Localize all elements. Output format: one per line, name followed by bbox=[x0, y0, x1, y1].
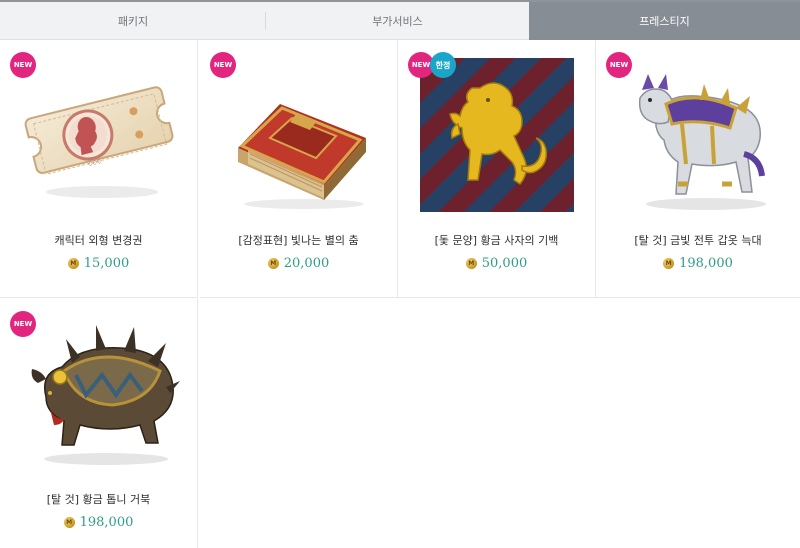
category-tabs: 패키지 부가서비스 프레스티지 bbox=[0, 0, 800, 40]
product-price: M 20,000 bbox=[200, 256, 397, 271]
product-title: 캐릭터 외형 변경권 bbox=[54, 234, 143, 247]
new-badge: NEW bbox=[10, 311, 36, 337]
product-title: [돛 문양] 황금 사자의 기백 bbox=[434, 234, 559, 247]
product-title: [탈 것] 황금 톱니 거북 bbox=[46, 493, 151, 506]
product-title: [감정표현] 빛나는 별의 춤 bbox=[238, 234, 359, 247]
product-card-golden-lion-sail[interactable]: NEW 한정 [돛 문양] 황금 사자의 기백 M 50,000 bbox=[398, 40, 596, 298]
coin-icon: M bbox=[465, 258, 477, 269]
coin-icon: M bbox=[663, 258, 675, 269]
coin-icon: M bbox=[63, 517, 75, 528]
badge-group: NEW bbox=[606, 52, 632, 78]
new-badge: NEW bbox=[606, 52, 632, 78]
golden-lion-sail-icon bbox=[420, 58, 574, 212]
limited-badge: 한정 bbox=[430, 52, 456, 78]
product-card-emote-book[interactable]: NEW [감정표현] 빛나는 별의 춤 M 20,000 bbox=[200, 40, 398, 298]
product-card-spike-turtle[interactable]: NEW [탈 것] 황금 톱니 거북 M 198,000 bbox=[0, 299, 198, 548]
badge-group: NEW bbox=[10, 52, 36, 78]
price-value: 198,000 bbox=[679, 256, 733, 271]
badge-group: NEW 한정 bbox=[408, 52, 456, 78]
product-price: M 50,000 bbox=[398, 256, 595, 271]
coin-icon: M bbox=[67, 258, 79, 269]
price-value: 198,000 bbox=[79, 515, 134, 530]
product-price: M 15,000 bbox=[0, 256, 197, 271]
tab-extra-services[interactable]: 부가서비스 bbox=[266, 2, 529, 40]
product-title: [탈 것] 금빛 전투 갑옷 늑대 bbox=[634, 234, 762, 247]
product-grid: NEW ◇◇◇ 캐릭터 외형 변경권 M 15,000 NEW [감정표현] 빛… bbox=[0, 40, 800, 548]
golden-spike-turtle-mount-icon bbox=[31, 325, 180, 465]
product-price: M 198,000 bbox=[0, 515, 197, 530]
price-value: 15,000 bbox=[83, 256, 130, 271]
price-value: 20,000 bbox=[283, 256, 330, 271]
badge-group: NEW bbox=[210, 52, 236, 78]
new-badge: NEW bbox=[210, 52, 236, 78]
tab-package[interactable]: 패키지 bbox=[0, 2, 266, 40]
tab-prestige[interactable]: 프레스티지 bbox=[529, 2, 800, 40]
product-card-armored-wolf[interactable]: NEW [탈 것] 금빛 전투 갑옷 늑대 M 198,000 bbox=[596, 40, 800, 298]
coin-icon: M bbox=[267, 258, 279, 269]
appearance-ticket-icon: ◇◇◇ bbox=[24, 86, 174, 198]
price-value: 50,000 bbox=[481, 256, 528, 271]
emote-book-icon bbox=[238, 104, 366, 209]
product-price: M 198,000 bbox=[596, 256, 800, 271]
new-badge: NEW bbox=[10, 52, 36, 78]
armored-wolf-mount-icon bbox=[638, 74, 766, 210]
badge-group: NEW bbox=[10, 311, 36, 337]
product-card-appearance-ticket[interactable]: NEW ◇◇◇ 캐릭터 외형 변경권 M 15,000 bbox=[0, 40, 198, 298]
